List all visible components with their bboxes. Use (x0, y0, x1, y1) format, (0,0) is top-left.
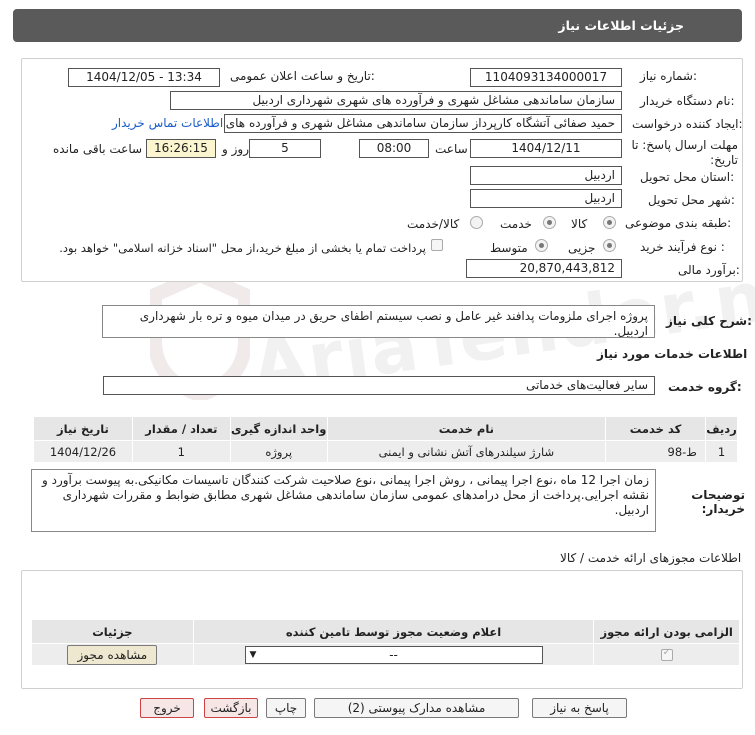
buyer-notes-label-text: توضیحات خریدار: (691, 488, 745, 516)
services-col-name: نام خدمت (326, 416, 607, 441)
estimate-label: برآورد مالی: (678, 263, 740, 277)
permits-table: جزئیات اعلام وضعیت مجوز توسط تامین کننده… (31, 619, 740, 666)
buyer-org-field: سازمان ساماندهی مشاغل شهری و فرآورده های… (170, 91, 622, 110)
buyer-contact-link[interactable]: اطلاعات تماس خریدار (112, 116, 223, 130)
time-label: ساعت (435, 142, 468, 156)
permit-details-cell: مشاهده مجوز (31, 643, 194, 666)
process-medium-radio[interactable] (535, 239, 548, 252)
services-section-title: اطلاعات خدمات مورد نیاز (597, 347, 748, 361)
category-label: طبقه بندی موضوعی: (625, 216, 732, 230)
need-number-field: 1104093134000017 (470, 68, 622, 87)
service-date: 1404/12/26 (33, 440, 133, 463)
process-partial-label: جزیی (568, 241, 596, 255)
services-col-unit: واحد اندازه گیری (229, 416, 328, 441)
services-col-qty: تعداد / مقدار (131, 416, 231, 441)
remaining-time-field: 16:26:15 (146, 139, 216, 158)
province-label: استان محل تحویل: (640, 170, 735, 184)
announce-label: تاریخ و ساعت اعلان عمومی: (230, 69, 375, 83)
service-unit: پروژه (229, 440, 328, 463)
service-qty: 1 (131, 440, 231, 463)
reply-button[interactable]: پاسخ به نیاز (532, 698, 627, 718)
table-row: 1404/12/26 1 پروژه شارژ سیلندرهای آتش نش… (33, 440, 739, 463)
chevron-down-icon: ▼ (249, 649, 257, 660)
view-documents-button[interactable]: مشاهده مدارک پیوستی (2) (314, 698, 519, 718)
permit-status-cell: -- ▼ (192, 643, 595, 666)
buyer-notes-label: توضیحات خریدار: (665, 488, 745, 516)
exit-button[interactable]: خروج (140, 698, 194, 718)
announce-field: 1404/12/05 - 13:34 (68, 68, 220, 87)
process-label: نوع فرآیند خرید : (640, 240, 725, 254)
category-goods-radio[interactable] (603, 216, 616, 229)
summary-textarea[interactable]: پروژه اجرای ملزومات پدافند غیر عامل و نص… (102, 305, 655, 338)
category-service-label: خدمت (500, 217, 532, 231)
permits-col-required: الزامی بودن ارائه مجوز (593, 619, 740, 644)
category-service-radio[interactable] (543, 216, 556, 229)
creator-label: ایجاد کننده درخواست: (632, 117, 743, 131)
services-col-date: تاریخ نیاز (33, 416, 133, 441)
deadline-time-field: 08:00 (359, 139, 429, 158)
process-partial-radio[interactable] (603, 239, 616, 252)
deadline-label-text: مهلت ارسال پاسخ: تا تاریخ: (631, 138, 738, 167)
category-both-label: کالا/خدمت (407, 217, 460, 231)
service-group-label: گروه خدمت: (668, 380, 742, 394)
permit-status-select[interactable]: -- ▼ (244, 645, 543, 664)
category-goods-label: کالا (571, 217, 588, 231)
summary-label: شرح کلی نیاز: (666, 314, 752, 328)
check-icon: ✓ (662, 646, 672, 658)
remaining-label: ساعت باقی مانده (53, 142, 143, 156)
category-both-radio[interactable] (470, 216, 483, 229)
view-permit-button[interactable]: مشاهده مجوز (67, 644, 158, 665)
page-title: جزئیات اطلاعات نیاز (558, 18, 684, 33)
print-button[interactable]: چاپ (266, 698, 306, 718)
payment-note: پرداخت تمام یا بخشی از مبلغ خرید،از محل … (59, 241, 426, 255)
deadline-date-field: 1404/12/11 (470, 139, 622, 158)
days-field: 5 (249, 139, 321, 158)
permit-required-checkbox: ✓ (660, 646, 673, 661)
estimate-field: 20,870,443,812 (466, 259, 622, 278)
service-code: ط-98 (605, 440, 706, 463)
service-row-num: 1 (704, 440, 739, 463)
permit-select-value: -- (389, 647, 398, 662)
buyer-notes-textarea[interactable]: زمان اجرا 12 ماه ،نوع اجرا پیمانی ، روش … (31, 469, 656, 532)
back-button[interactable]: بازگشت (204, 698, 258, 718)
table-row: مشاهده مجوز -- ▼ ✓ (31, 643, 740, 666)
process-medium-label: متوسط (490, 241, 528, 255)
city-label: شهر محل تحویل: (648, 193, 735, 207)
page-header: جزئیات اطلاعات نیاز (13, 9, 742, 42)
services-col-row: ردیف (704, 416, 739, 441)
deadline-label: مهلت ارسال پاسخ: تا تاریخ: (628, 138, 738, 168)
buyer-org-label: نام دستگاه خریدار: (640, 94, 735, 108)
services-col-code: کد خدمت (605, 416, 706, 441)
permits-col-details: جزئیات (31, 619, 194, 644)
treasury-checkbox[interactable] (431, 239, 443, 251)
service-group-field: سایر فعالیت‌های خدماتی (103, 376, 655, 395)
province-field: اردبیل (470, 166, 622, 185)
days-label: روز و (222, 142, 249, 156)
permits-col-status: اعلام وضعیت مجوز توسط تامین کننده (192, 619, 595, 644)
service-name: شارژ سیلندرهای آتش نشانی و ایمنی (326, 440, 607, 463)
city-field: اردبیل (470, 189, 622, 208)
need-number-label: شماره نیاز: (640, 69, 698, 83)
creator-field: حمید صفائی آتشگاه کارپرداز سازمان ساماند… (224, 114, 622, 133)
permits-title: اطلاعات مجوزهای ارائه خدمت / کالا (560, 551, 742, 565)
services-table: تاریخ نیاز تعداد / مقدار واحد اندازه گیر… (33, 416, 739, 463)
permit-required-cell: ✓ (593, 643, 740, 666)
